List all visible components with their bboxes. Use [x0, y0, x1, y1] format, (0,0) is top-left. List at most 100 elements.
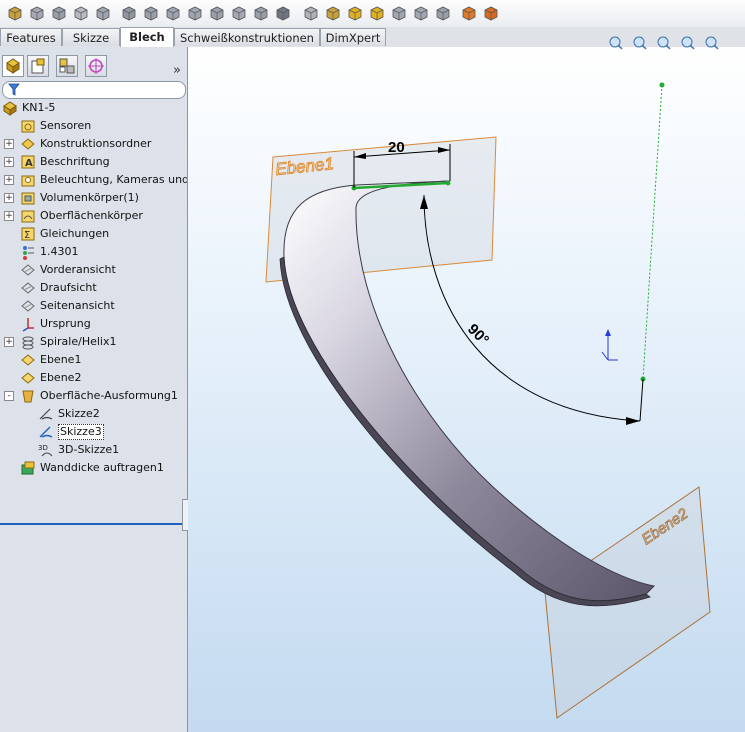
model-scene: 20 90° Ebene1 Ebene2: [265, 82, 711, 719]
dimension-width-label[interactable]: 20: [388, 139, 405, 156]
tree-item[interactable]: + Volumenkörper(1): [0, 189, 187, 207]
filter-icon: [8, 83, 20, 96]
origin-triad-icon: [601, 329, 618, 361]
tree-item[interactable]: Skizze2: [0, 405, 187, 423]
instant3d-icon[interactable]: [324, 4, 342, 22]
shell-icon[interactable]: [208, 4, 226, 22]
tree-item[interactable]: + Spirale/Helix1: [0, 333, 187, 351]
tree-item-label: Draufsicht: [40, 281, 97, 294]
tree-item-label: Beleuchtung, Kameras und Bil: [40, 173, 187, 186]
fold-icon[interactable]: [434, 4, 452, 22]
collapse-icon[interactable]: -: [4, 391, 14, 401]
part-icon: [2, 100, 18, 116]
tree-item-label: Gleichungen: [40, 227, 110, 240]
rollback-bar[interactable]: [0, 523, 187, 525]
command-toolbar: [0, 0, 745, 28]
tab-schweisskonstruktionen[interactable]: Schweißkonstruktionen: [174, 28, 320, 46]
graphics-area[interactable]: 20 90° Ebene1 Ebene2: [188, 36, 745, 732]
tree-item-label: Sensoren: [40, 119, 92, 132]
featuremanager-tab[interactable]: [2, 55, 24, 77]
origin-icon: [20, 316, 36, 332]
tree-item-label: Oberflächenkörper: [40, 209, 143, 222]
tree-item[interactable]: 1.4301: [0, 243, 187, 261]
tree-item[interactable]: 3D 3D-Skizze1: [0, 441, 187, 459]
tree-item-label: 3D-Skizze1: [58, 443, 120, 456]
dimxpertmanager-icon: [88, 58, 104, 74]
tree-item[interactable]: + Beleuchtung, Kameras und Bil: [0, 171, 187, 189]
tree-item[interactable]: Skizze3: [0, 423, 187, 441]
collapse-chevron-icon[interactable]: »: [173, 63, 181, 78]
tree-item[interactable]: Ebene2: [0, 369, 187, 387]
tree-item[interactable]: - Oberfläche-Ausformung1: [0, 387, 187, 405]
expand-icon[interactable]: +: [4, 139, 14, 149]
dimxpertmanager-tab[interactable]: [85, 55, 107, 77]
tree-item-label: Ebene1: [40, 353, 82, 366]
sheet-metal-base-icon[interactable]: [346, 4, 364, 22]
tree-item-label: Wanddicke auftragen1: [40, 461, 164, 474]
expand-icon[interactable]: +: [4, 337, 14, 347]
flatten-icon[interactable]: [390, 4, 408, 22]
section-view-icon[interactable]: [656, 35, 672, 51]
view-orientation-icon[interactable]: [680, 35, 696, 51]
section-view-icon[interactable]: [482, 4, 500, 22]
chamfer-icon[interactable]: [142, 4, 160, 22]
curves-icon[interactable]: [302, 4, 320, 22]
zoom-to-fit-icon[interactable]: [608, 35, 624, 51]
revolved-boss-icon[interactable]: [28, 4, 46, 22]
featuremanager-panel: » KN1-5 Sensoren + Konstruktionsordner + A Bes…: [0, 47, 192, 732]
tree-item[interactable]: Seitenansicht: [0, 297, 187, 315]
tree-item[interactable]: Σ Gleichungen: [0, 225, 187, 243]
sketch-point[interactable]: [445, 180, 451, 186]
expand-icon[interactable]: +: [4, 211, 14, 221]
display-style-icon[interactable]: [704, 35, 720, 51]
lofted-boss-icon[interactable]: [72, 4, 90, 22]
boundary-boss-icon[interactable]: [94, 4, 112, 22]
plane-feature-icon: [20, 370, 36, 386]
tree-item[interactable]: + Konstruktionsordner: [0, 135, 187, 153]
unfold-icon[interactable]: [412, 4, 430, 22]
helix-axis-line[interactable]: [642, 84, 663, 380]
expand-icon[interactable]: +: [4, 157, 14, 167]
tree-item-label: Beschriftung: [40, 155, 110, 168]
rib-icon[interactable]: [164, 4, 182, 22]
tab-dimxpert[interactable]: DimXpert: [320, 28, 386, 46]
dome-icon[interactable]: [252, 4, 270, 22]
previous-view-icon[interactable]: [632, 35, 648, 51]
draft-icon[interactable]: [186, 4, 204, 22]
tree-item[interactable]: Ebene1: [0, 351, 187, 369]
material-icon: [20, 244, 36, 260]
tree-item[interactable]: Ursprung: [0, 315, 187, 333]
appearance-icon[interactable]: [460, 4, 478, 22]
tab-skizze[interactable]: Skizze: [62, 28, 120, 46]
tree-item-label: Vorderansicht: [40, 263, 116, 276]
configurationmanager-tab[interactable]: [56, 55, 78, 77]
configurationmanager-icon: [59, 58, 75, 74]
extruded-boss-icon[interactable]: [6, 4, 24, 22]
tree-item[interactable]: Wanddicke auftragen1: [0, 459, 187, 477]
dimension-angle-label[interactable]: 90°: [464, 321, 492, 349]
tab-blech[interactable]: Blech: [120, 27, 174, 47]
tree-item[interactable]: Sensoren: [0, 117, 187, 135]
tree-item[interactable]: + A Beschriftung: [0, 153, 187, 171]
tree-filter-input[interactable]: [2, 81, 186, 99]
wrap-icon[interactable]: [230, 4, 248, 22]
sheet-metal-edge-icon[interactable]: [368, 4, 386, 22]
panel-tabs: »: [0, 55, 187, 79]
propertymanager-icon: [31, 58, 45, 74]
tree-item-label: Ursprung: [40, 317, 91, 330]
helix-icon: [20, 334, 36, 350]
fillet-icon[interactable]: [120, 4, 138, 22]
equations-icon: Σ: [20, 226, 36, 242]
tab-features[interactable]: Features: [0, 28, 62, 46]
propertymanager-tab[interactable]: [27, 55, 49, 77]
tree-item[interactable]: KN1-5: [0, 99, 187, 117]
expand-icon[interactable]: +: [4, 175, 14, 185]
sketch-point[interactable]: [659, 82, 665, 88]
swept-boss-icon[interactable]: [50, 4, 68, 22]
tree-item[interactable]: Vorderansicht: [0, 261, 187, 279]
expand-icon[interactable]: +: [4, 193, 14, 203]
reference-geometry-icon[interactable]: [274, 4, 292, 22]
tree-item[interactable]: Draufsicht: [0, 279, 187, 297]
tree-item-label: Skizze2: [58, 407, 100, 420]
tree-item[interactable]: + Oberflächenkörper: [0, 207, 187, 225]
